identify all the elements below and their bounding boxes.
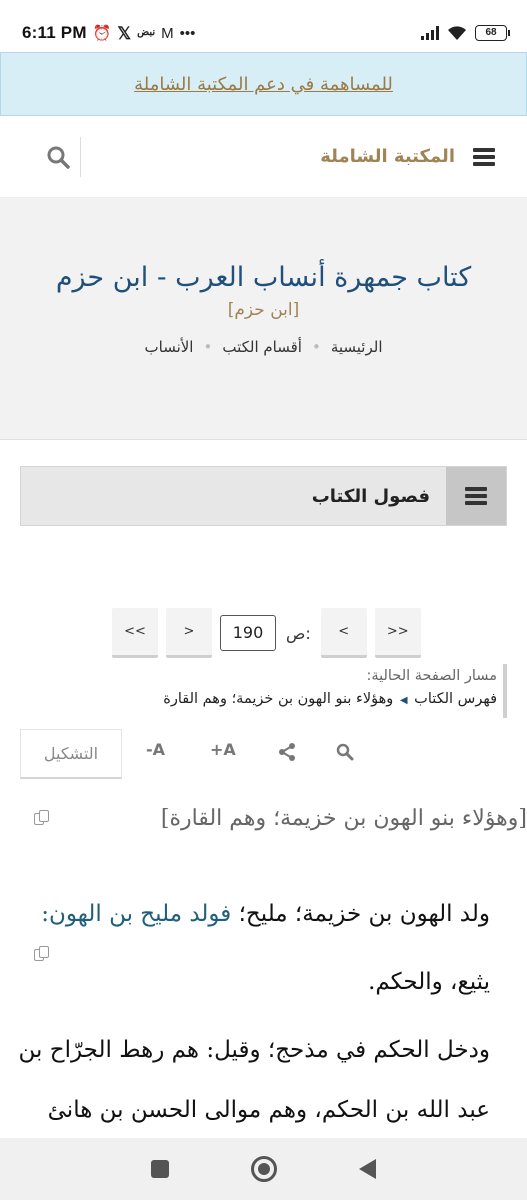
hamburger-icon: [465, 487, 487, 505]
paragraph-2-line-2: عبد الله بن الحكم، وهم موالى الحسن بن ها…: [47, 1097, 490, 1123]
next-page-button[interactable]: >: [166, 608, 212, 658]
first-page-button[interactable]: >>: [374, 608, 421, 658]
current-path-label: مسار الصفحة الحالية:: [366, 668, 497, 684]
breadcrumb-separator: •: [311, 338, 321, 356]
last-page-button[interactable]: <<: [112, 608, 158, 658]
paragraph-2: ودخل الحكم في مذحج؛ وقيل: هم رهط الجرّاح…: [0, 1020, 490, 1140]
font-increase-button[interactable]: +A: [210, 740, 236, 759]
paragraph-1-line-2: يثيع، والحكم.: [368, 969, 490, 995]
path-separator-icon: ◀: [399, 695, 408, 706]
battery-icon: 68: [475, 25, 510, 41]
x-app-icon: 𝕏: [117, 23, 132, 43]
donate-link[interactable]: للمساهمة في دعم المكتبة الشاملة: [134, 74, 393, 95]
book-author[interactable]: [ابن حزم]: [0, 300, 527, 320]
current-path-value: فهرس الكتاب ◀ وهؤلاء بنو الهون بن خزيمة؛…: [20, 688, 497, 712]
font-decrease-button[interactable]: -A: [146, 740, 165, 759]
status-bar-right: 68: [421, 25, 510, 41]
page-number-input[interactable]: 190: [220, 615, 276, 651]
path-current-link[interactable]: وهؤلاء بنو الهون بن خزيمة؛ وهم القارة: [163, 691, 393, 707]
breadcrumb-home[interactable]: الرئيسية: [331, 338, 383, 356]
back-button[interactable]: [359, 1159, 376, 1179]
reader-toolbar: التشكيل -A +A: [20, 728, 507, 780]
donate-banner: للمساهمة في دعم المكتبة الشاملة: [0, 52, 527, 116]
book-title: كتاب جمهرة أنساب العرب - ابن حزم: [55, 262, 472, 293]
breadcrumb-categories[interactable]: أقسام الكتب: [222, 338, 302, 356]
share-icon[interactable]: [278, 743, 296, 761]
current-path: مسار الصفحة الحالية: فهرس الكتاب ◀ وهؤلا…: [20, 664, 507, 718]
search-icon[interactable]: [336, 743, 354, 761]
chapters-label: فصول الكتاب: [311, 485, 430, 507]
hamburger-icon[interactable]: [473, 147, 495, 166]
search-icon: [47, 146, 70, 169]
paragraph-1-text: ولد الهون بن خزيمة؛ مليح؛: [231, 901, 490, 927]
book-title-section: كتاب جمهرة أنساب العرب - ابن حزم [ابن حز…: [0, 198, 527, 440]
prev-page-button[interactable]: <: [320, 608, 367, 658]
breadcrumb-separator: •: [203, 338, 213, 356]
chapters-menu-button[interactable]: [446, 467, 506, 525]
pagination: << > 190 ص: < >>: [112, 606, 421, 660]
gmail-icon: M: [161, 24, 174, 42]
more-notifications-icon: •••: [179, 24, 196, 42]
brand: المكتبة الشاملة: [320, 146, 495, 167]
breadcrumb-genealogy[interactable]: الأنساب: [145, 338, 194, 356]
site-header: المكتبة الشاملة: [0, 116, 527, 198]
header-search-button[interactable]: [46, 136, 81, 177]
paragraph-2-line-1: ودخل الحكم في مذحج؛ وقيل: هم رهط الجرّاح…: [18, 1037, 490, 1063]
wifi-icon: [448, 26, 466, 40]
brand-title[interactable]: المكتبة الشاملة: [320, 146, 455, 167]
carrier-label: نبض: [137, 27, 156, 38]
section-heading: [وهؤلاء بنو الهون بن خزيمة؛ وهم القارة]: [160, 806, 527, 831]
alarm-icon: ⏰: [92, 24, 112, 42]
home-button[interactable]: [251, 1156, 277, 1182]
recents-button[interactable]: [151, 1160, 169, 1178]
page-label: ص:: [286, 623, 311, 643]
path-root-link[interactable]: فهرس الكتاب: [414, 691, 497, 707]
paragraph-1: ولد الهون بن خزيمة؛ مليح؛ فولد مليح بن ا…: [0, 880, 490, 1016]
breadcrumb: الرئيسية • أقسام الكتب • الأنساب: [0, 338, 527, 356]
paragraph-1-highlight: فولد مليح بن الهون:: [41, 901, 232, 927]
paragraph-1-line-1: ولد الهون بن خزيمة؛ مليح؛ فولد مليح بن ا…: [0, 880, 490, 948]
tashkeel-toggle[interactable]: التشكيل: [20, 729, 122, 779]
chapters-toggle[interactable]: فصول الكتاب: [20, 466, 507, 526]
signal-icon: [421, 26, 439, 40]
system-nav-bar: [0, 1138, 527, 1200]
clock: 6:11 PM: [22, 23, 87, 42]
status-bar-left: 6:11 PM ⏰ 𝕏 نبض M •••: [22, 23, 195, 43]
